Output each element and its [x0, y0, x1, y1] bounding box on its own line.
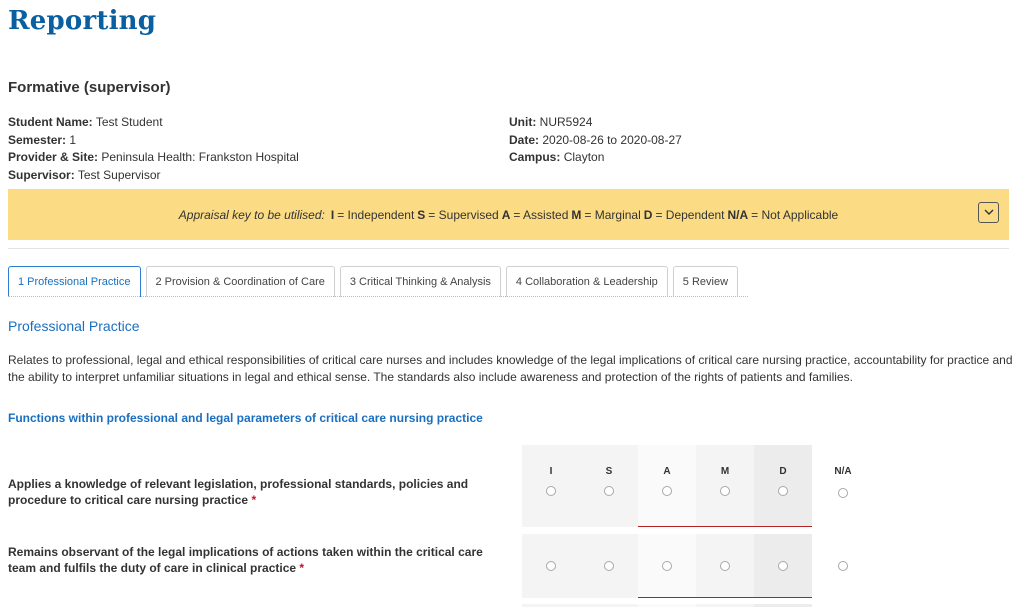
key-code-i: I — [330, 207, 335, 222]
campus-label: Campus: — [509, 150, 561, 164]
criterion-1-radio-s[interactable] — [604, 486, 614, 496]
unit-info: Unit: NUR5924 Date: 2020-08-26 to 2020-0… — [509, 114, 682, 167]
rating-underline — [638, 597, 812, 598]
rating-col-m: M — [720, 466, 730, 477]
provider-label: Provider & Site: — [8, 150, 99, 164]
campus-row: Campus: Clayton — [509, 149, 682, 167]
student-name-value: Test Student — [95, 115, 163, 129]
appraisal-key-lead: Appraisal key to be utilised: — [178, 207, 325, 222]
tab-professional-practice[interactable]: 1 Professional Practice — [8, 266, 141, 297]
key-meaning-i: = Independent — [337, 207, 415, 222]
supervisor-value: Test Supervisor — [77, 167, 161, 182]
semester-value: 1 — [69, 132, 77, 147]
rating-underline — [638, 526, 812, 527]
criterion-2-radio-na[interactable] — [838, 561, 848, 571]
provider-value: Peninsula Health: Frankston Hospital — [101, 150, 299, 164]
criterion-1-radio-na[interactable] — [838, 488, 848, 498]
key-meaning-m: = Marginal — [584, 207, 641, 222]
criterion-1-radio-d[interactable] — [778, 486, 788, 496]
criterion-1-radio-a[interactable] — [662, 486, 672, 496]
student-name-row: Student Name: Test Student — [8, 114, 299, 132]
criterion-2-radio-a[interactable] — [662, 561, 672, 571]
date-row: Date: 2020-08-26 to 2020-08-27 — [509, 132, 682, 150]
key-code-d: D — [643, 207, 653, 222]
criterion-2-radio-i[interactable] — [546, 561, 556, 571]
criterion-1-label: Applies a knowledge of relevant legislat… — [8, 476, 508, 508]
required-marker: * — [299, 561, 305, 575]
required-marker: * — [251, 493, 257, 507]
criterion-1-radio-i[interactable] — [546, 486, 556, 496]
key-code-na: N/A — [727, 207, 749, 222]
criterion-1-text: Applies a knowledge of relevant legislat… — [8, 477, 469, 507]
student-name-label: Student Name: — [8, 115, 93, 129]
key-meaning-a: = Assisted — [513, 207, 569, 222]
appraisal-key-banner: Appraisal key to be utilised: I = Indepen… — [8, 189, 1009, 240]
supervisor-label: Supervisor: — [8, 167, 75, 182]
rating-col-i: I — [549, 466, 553, 477]
date-value: 2020-08-26 to 2020-08-27 — [542, 132, 682, 147]
section-title: Professional Practice — [8, 318, 140, 334]
campus-value: Clayton — [563, 150, 605, 164]
key-meaning-s: = Supervised — [428, 207, 499, 222]
rating-col-na: N/A — [834, 466, 852, 477]
section-tabs: 1 Professional Practice 2 Provision & Co… — [8, 266, 739, 297]
appraisal-key-toggle-button[interactable] — [978, 202, 999, 223]
key-code-s: S — [417, 207, 426, 222]
criterion-2-label: Remains observant of the legal implicati… — [8, 544, 508, 576]
rating-col-d: D — [779, 466, 787, 477]
criterion-2-radio-d[interactable] — [778, 561, 788, 571]
tab-review[interactable]: 5 Review — [672, 266, 739, 297]
tab-collaboration-leadership[interactable]: 4 Collaboration & Leadership — [505, 266, 668, 297]
key-code-a: A — [501, 207, 511, 222]
section-description: Relates to professional, legal and ethic… — [8, 353, 1013, 384]
supervisor-row: Supervisor: Test Supervisor — [8, 167, 299, 185]
key-code-m: M — [571, 207, 582, 222]
rating-col-s: S — [605, 466, 613, 477]
student-info: Student Name: Test Student Semester: 1 P… — [8, 114, 299, 184]
key-meaning-na: = Not Applicable — [751, 207, 839, 222]
criterion-1-radio-m[interactable] — [720, 486, 730, 496]
provider-row: Provider & Site: Peninsula Health: Frank… — [8, 149, 299, 167]
tab-bar-rule — [8, 296, 748, 297]
divider — [8, 248, 1009, 249]
criterion-2-radio-s[interactable] — [604, 561, 614, 571]
semester-label: Semester: — [8, 132, 67, 147]
semester-row: Semester: 1 — [8, 132, 299, 150]
unit-row: Unit: NUR5924 — [509, 114, 682, 132]
unit-label: Unit: — [509, 115, 537, 129]
page-title: Reporting — [8, 6, 157, 36]
form-subtitle: Formative (supervisor) — [8, 79, 171, 96]
criterion-2-radio-m[interactable] — [720, 561, 730, 571]
unit-value: NUR5924 — [539, 115, 593, 129]
key-meaning-d: = Dependent — [655, 207, 725, 222]
chevron-down-icon — [984, 209, 993, 215]
tab-critical-thinking-analysis[interactable]: 3 Critical Thinking & Analysis — [339, 266, 501, 297]
date-label: Date: — [509, 132, 540, 147]
criterion-2-text: Remains observant of the legal implicati… — [8, 545, 483, 575]
rating-col-a: A — [663, 466, 671, 477]
tab-provision-coordination-of-care[interactable]: 2 Provision & Coordination of Care — [145, 266, 335, 297]
criteria-group-title: Functions within professional and legal … — [8, 411, 483, 425]
